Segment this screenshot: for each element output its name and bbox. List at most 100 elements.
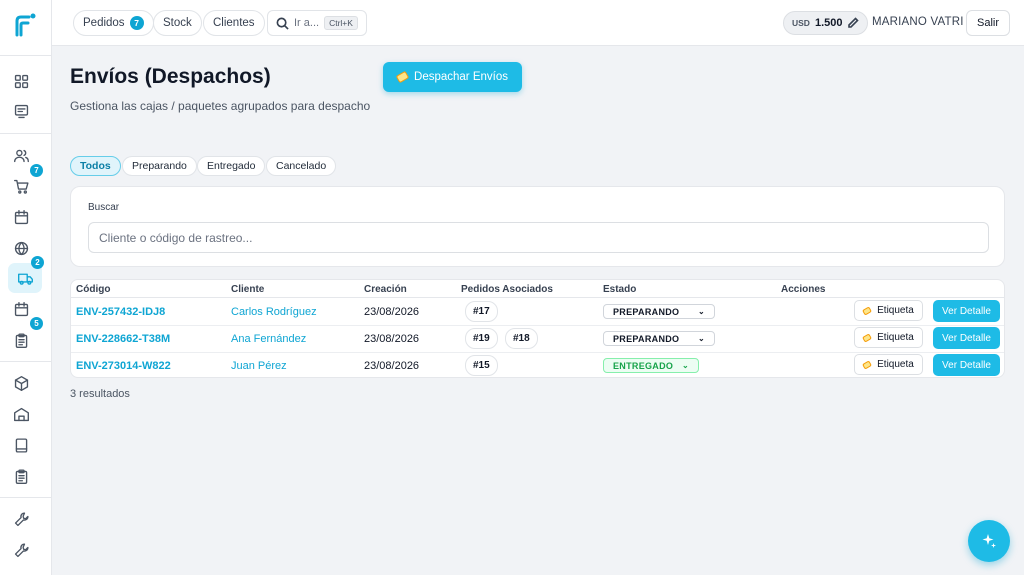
status-value: PREPARANDO [613,306,680,317]
nav-pill-label: Pedidos [83,17,125,29]
sidebar-divider [0,361,52,362]
search-card: Buscar [70,186,1005,267]
nav-pill-stock[interactable]: Stock [153,10,202,36]
view-detail-button[interactable]: Ver Detalle [933,354,1000,376]
user-name: MARIANO VATRI [872,16,964,28]
status-select[interactable]: PREPARANDO ⌄ [603,331,715,346]
chevron-down-icon: ⌄ [697,334,705,343]
grid-icon[interactable] [11,71,31,91]
dispatch-shipments-button[interactable]: Despachar Envíos [383,62,522,92]
tag-icon [395,70,410,84]
label-button-text: Etiqueta [877,332,914,343]
shipment-code-link[interactable]: ENV-257432-IDJ8 [76,306,165,318]
wrench-icon[interactable] [11,509,31,529]
users-icon[interactable] [11,145,31,165]
order-chip[interactable]: #19 [465,328,498,349]
edit-icon [848,17,860,28]
warehouse-icon[interactable] [11,404,31,424]
table-row: ENV-257432-IDJ8 Carlos Rodríguez 23/08/2… [71,299,1004,326]
column-header-orders: Pedidos Asociados [461,284,553,295]
wrench-icon[interactable] [11,540,31,560]
globe-icon[interactable] [11,238,31,258]
truck-badge: 2 [31,256,44,269]
dispatch-button-label: Despachar Envíos [414,71,508,83]
clipboard-icon[interactable] [11,330,31,350]
results-count: 3 resultados [70,388,130,400]
view-detail-button[interactable]: Ver Detalle [933,327,1000,349]
created-date: 23/08/2026 [364,306,420,318]
tablet-icon[interactable] [11,435,31,455]
currency-code: USD [792,18,810,28]
tag-icon [862,305,873,316]
logout-button[interactable]: Salir [966,10,1011,36]
column-header-client: Cliente [231,284,265,295]
ai-assistant-button[interactable] [968,520,1010,562]
tag-icon [862,332,873,343]
client-link[interactable]: Ana Fernández [231,333,306,345]
calendar-icon[interactable] [11,207,31,227]
label-button[interactable]: Etiqueta [854,354,923,375]
page-title: Envíos (Despachos) [70,65,271,88]
sidebar-divider [0,55,52,56]
view-detail-button[interactable]: Ver Detalle [933,300,1000,322]
label-button[interactable]: Etiqueta [854,300,923,321]
order-chip[interactable]: #17 [465,301,498,322]
column-header-actions: Acciones [781,284,826,295]
column-header-code: Código [76,284,111,295]
search-input[interactable] [88,222,989,253]
column-header-status: Estado [603,284,637,295]
client-link[interactable]: Juan Pérez [231,360,287,372]
cart-icon[interactable] [11,176,31,196]
filter-entregado[interactable]: Entregado [197,156,266,176]
nav-pill-pedidos[interactable]: Pedidos 7 [73,10,154,36]
status-select[interactable]: PREPARANDO ⌄ [603,304,715,319]
filter-preparando[interactable]: Preparando [122,156,197,176]
filter-todos[interactable]: Todos [70,156,121,176]
calendar-badge: 5 [30,317,43,330]
search-label: Buscar [88,202,120,213]
chevron-down-icon: ⌄ [681,361,689,370]
shipment-code-link[interactable]: ENV-273014-W822 [76,360,171,372]
page-subtitle: Gestiona las cajas / paquetes agrupados … [70,99,371,113]
client-link[interactable]: Carlos Rodríguez [231,306,317,318]
sparkle-icon [982,534,996,548]
search-icon [276,17,289,30]
status-value: PREPARANDO [613,333,680,344]
sidebar-divider [0,133,52,134]
nav-pill-clientes[interactable]: Clientes [203,10,265,36]
table-row: ENV-273014-W822 Juan Pérez 23/08/2026 #1… [71,353,1004,377]
currency-rate[interactable]: USD 1.500 [783,11,869,35]
calendar-icon[interactable] [11,299,31,319]
status-select[interactable]: ENTREGADO ⌄ [603,358,699,373]
currency-amount: 1.500 [814,17,843,29]
column-header-created: Creación [364,284,407,295]
nav-pill-label: Stock [163,17,192,29]
order-chip[interactable]: #15 [465,355,498,376]
pedidos-count-badge: 7 [129,16,144,30]
sidebar: 7 2 5 [0,0,52,575]
table-header-divider [71,297,1004,298]
order-chip[interactable]: #18 [505,328,538,349]
label-button-text: Etiqueta [877,359,914,370]
clipboard-icon[interactable] [11,466,31,486]
monitor-icon[interactable] [11,101,31,121]
created-date: 23/08/2026 [364,333,420,345]
shipment-code-link[interactable]: ENV-228662-T38M [76,333,170,345]
label-button-text: Etiqueta [877,305,914,316]
label-button[interactable]: Etiqueta [854,327,923,348]
nav-pill-label: Clientes [213,17,255,29]
top-bar: Pedidos 7 Stock Clientes Ir a... Ctrl+K … [52,0,1024,46]
cart-badge: 7 [30,164,43,177]
filter-cancelado[interactable]: Cancelado [266,156,337,176]
app-logo[interactable] [12,12,38,38]
shipments-table: Código Cliente Creación Pedidos Asociado… [70,279,1005,378]
shortcut-hint: Ctrl+K [324,16,358,30]
status-value: ENTREGADO [613,360,674,371]
command-search[interactable]: Ir a... Ctrl+K [267,10,367,36]
box-icon[interactable] [11,373,31,393]
tag-icon [862,359,873,370]
command-search-label: Ir a... [294,17,320,29]
table-row: ENV-228662-T38M Ana Fernández 23/08/2026… [71,326,1004,353]
sidebar-divider [0,497,52,498]
created-date: 23/08/2026 [364,360,420,372]
